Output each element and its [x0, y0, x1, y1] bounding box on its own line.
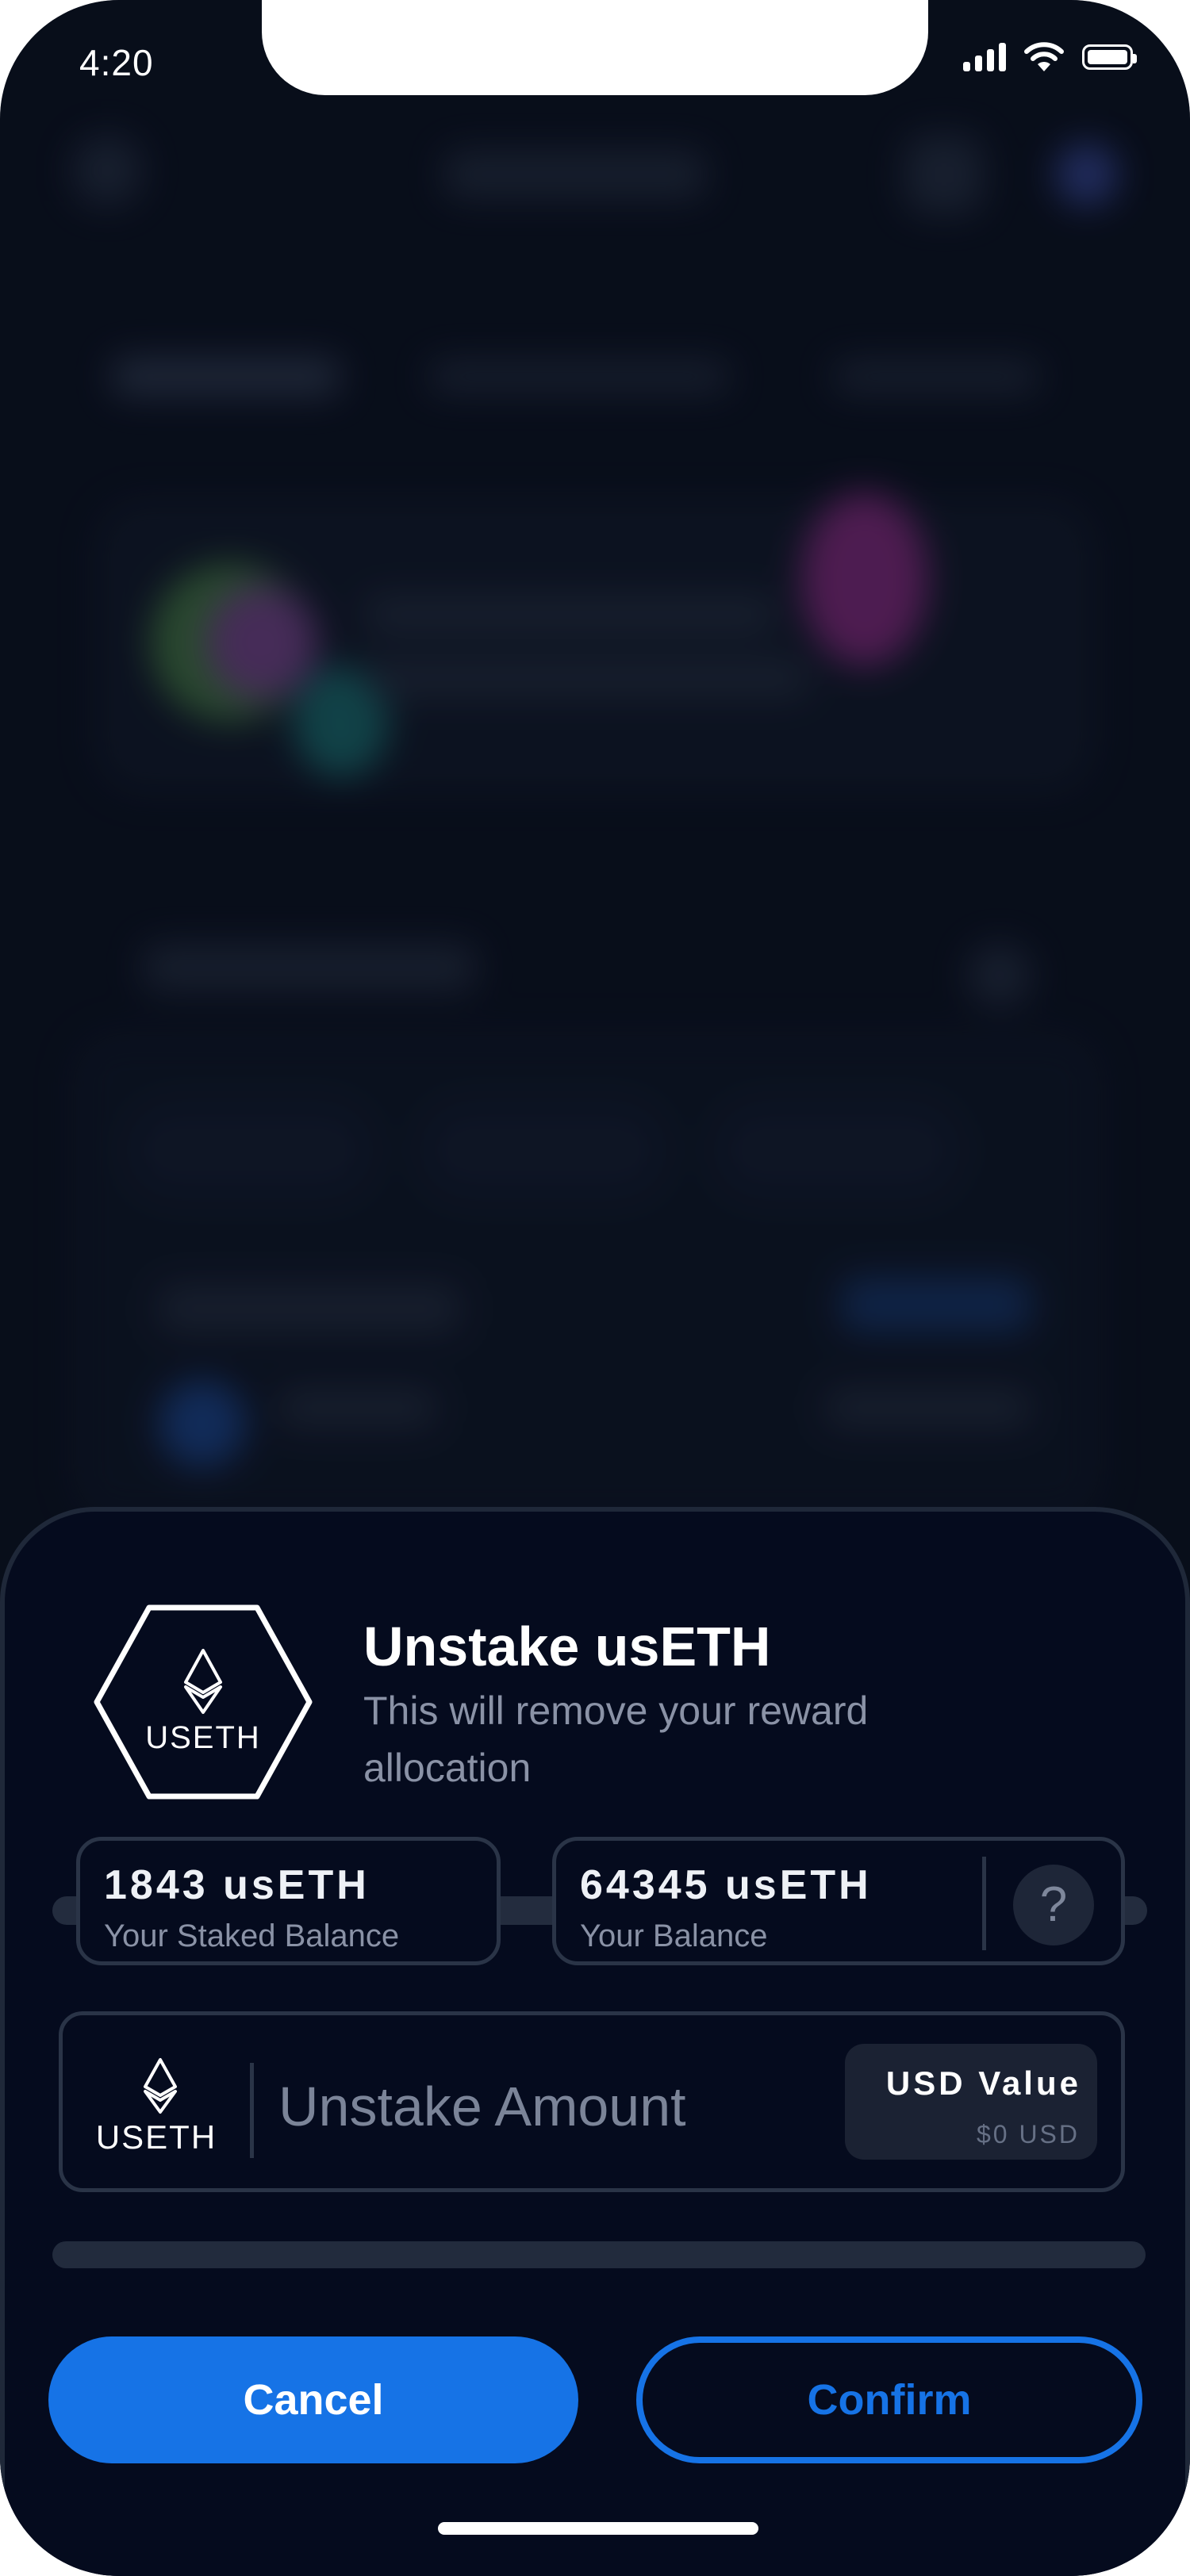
usd-value-amount: $0 USD — [976, 2120, 1080, 2149]
unstake-amount-field: USETH USD Value $0 USD — [59, 2011, 1125, 2192]
wallet-balance-card: 64345 usETH Your Balance ? — [552, 1837, 1125, 1965]
staked-balance-card: 1843 usETH Your Staked Balance — [76, 1837, 501, 1965]
token-hex-label: USETH — [145, 1720, 261, 1755]
unstake-bottom-sheet: USETH Unstake usETH This will remove you… — [0, 1507, 1190, 2576]
help-divider — [982, 1857, 986, 1950]
device-notch — [262, 0, 928, 95]
token-label: USETH — [96, 2118, 217, 2156]
question-icon[interactable]: ? — [1013, 1865, 1094, 1945]
usd-value-badge: USD Value $0 USD — [845, 2044, 1097, 2160]
sheet-subtitle: This will remove your reward allocation — [363, 1689, 869, 1790]
ethereum-hexagon-icon: USETH — [94, 1604, 313, 1800]
amount-divider — [250, 2063, 254, 2158]
ethereum-token-icon: USETH — [96, 2058, 217, 2156]
staked-balance-amount: 1843 usETH — [104, 1862, 370, 1908]
phone-screen: 4:20 USETH Unstake usETH This will remov… — [0, 0, 1190, 2576]
wifi-icon — [1024, 42, 1064, 71]
unstake-amount-input[interactable] — [278, 2063, 834, 2150]
wallet-balance-label: Your Balance — [580, 1919, 768, 1953]
wallet-balance-amount: 64345 usETH — [580, 1862, 872, 1908]
signal-icon — [963, 43, 1006, 71]
battery-icon — [1082, 44, 1137, 70]
status-time: 4:20 — [79, 42, 154, 83]
confirm-button[interactable]: Confirm — [636, 2336, 1142, 2463]
status-icons — [963, 41, 1137, 73]
usd-value-label: USD Value — [885, 2064, 1081, 2102]
home-indicator — [438, 2522, 758, 2535]
unstake-progress-bar — [52, 2241, 1146, 2268]
sheet-title: Unstake usETH — [363, 1616, 771, 1677]
cancel-button[interactable]: Cancel — [48, 2336, 578, 2463]
staked-balance-label: Your Staked Balance — [104, 1919, 400, 1953]
